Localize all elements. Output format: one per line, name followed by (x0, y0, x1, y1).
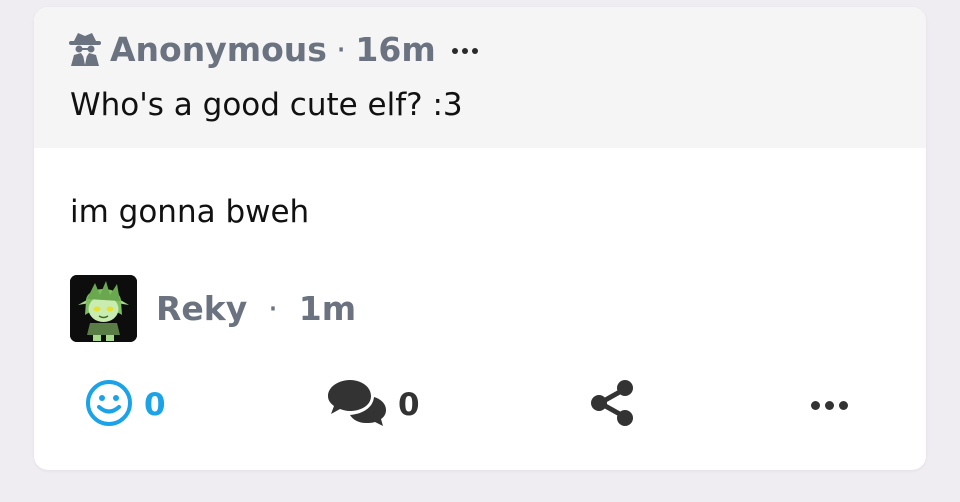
reply-text: im gonna bweh (70, 194, 310, 230)
more-options-button[interactable] (811, 377, 848, 433)
react-count: 0 (144, 387, 166, 423)
more-dots-icon[interactable] (451, 27, 478, 71)
quoted-time: 16m (355, 29, 436, 69)
comment-count: 0 (398, 387, 420, 423)
quoted-text: Who's a good cute elf? :3 (70, 87, 463, 123)
post-card: Anonymous · 16m Who's a good cute elf? :… (34, 7, 926, 470)
action-bar: 0 0 (34, 377, 926, 433)
reply-author-meta: Reky · 1m (156, 289, 356, 328)
smiley-icon (84, 378, 134, 432)
reply-author[interactable]: Reky · 1m (70, 274, 356, 342)
share-button[interactable] (590, 377, 636, 433)
more-dots-icon (811, 400, 848, 410)
react-button[interactable]: 0 (84, 377, 166, 433)
meta-separator: · (267, 288, 279, 328)
quoted-author[interactable]: Anonymous (110, 30, 327, 69)
reply-author-name[interactable]: Reky (156, 289, 247, 328)
share-icon (590, 378, 636, 432)
meta-separator: · (335, 29, 347, 69)
quoted-post-meta: Anonymous · 16m (68, 29, 478, 69)
comment-button[interactable]: 0 (324, 377, 420, 433)
avatar[interactable] (70, 274, 137, 342)
reply-time: 1m (298, 288, 357, 328)
quoted-post[interactable]: Anonymous · 16m Who's a good cute elf? :… (34, 7, 926, 148)
comments-icon (324, 378, 388, 432)
spy-icon (68, 31, 102, 67)
